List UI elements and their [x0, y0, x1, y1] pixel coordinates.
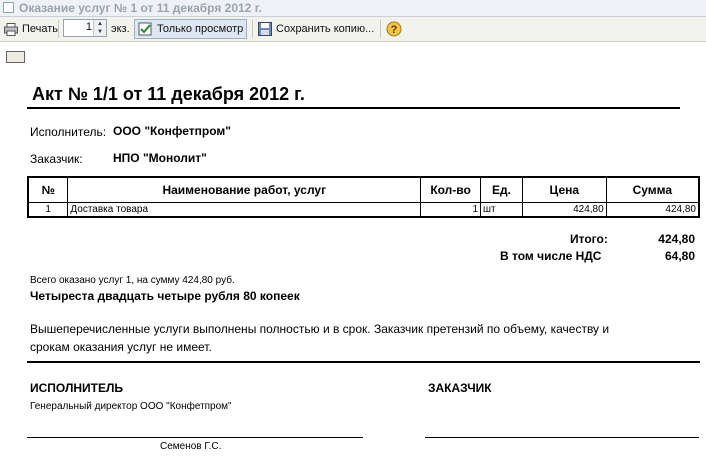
table-header-row: № Наименование работ, услуг Кол-во Ед. Ц… — [27, 176, 700, 203]
act-title: Акт № 1/1 от 11 декабря 2012 г. — [32, 84, 305, 104]
executor-position: Генеральный директор ООО "Конфетпром" — [30, 401, 232, 412]
floppy-disk-icon — [258, 22, 272, 36]
window-titlebar: Оказание услуг № 1 от 11 декабря 2012 г. — [0, 0, 706, 17]
row-number: 1 — [27, 202, 69, 218]
check-document-icon — [138, 22, 152, 36]
column-header: Ед. — [480, 176, 523, 203]
copies-unit-label: экз. — [111, 23, 130, 35]
column-header: Сумма — [605, 176, 700, 203]
unit-cell: шт — [480, 202, 523, 218]
help-icon: ? — [386, 21, 402, 37]
stepper-arrows[interactable]: ▲ ▼ — [93, 20, 106, 36]
price-cell: 424,80 — [521, 202, 607, 218]
printer-icon — [4, 22, 18, 36]
executor-name: ООО "Конфетпром" — [113, 124, 231, 138]
column-header: № — [27, 176, 69, 203]
save-copy-button[interactable]: Сохранить копию... — [258, 20, 374, 38]
summary-line: Всего оказано услуг 1, на сумму 424,80 р… — [30, 275, 235, 286]
total-label: Итого: — [570, 232, 608, 246]
svg-text:?: ? — [391, 24, 398, 36]
toolbar: Печать 1 ▲ ▼ экз. Только просмотр Сохрани… — [0, 17, 706, 42]
window-title: Оказание услуг № 1 от 11 декабря 2012 г. — [19, 1, 262, 15]
sum-cell: 424,80 — [605, 202, 700, 218]
sheet-corner-marker — [6, 51, 25, 63]
copies-value: 1 — [85, 21, 92, 33]
statement-line-1: Вышеперечисленные услуги выполнены полно… — [30, 322, 610, 336]
vat-label: В том числе НДС — [500, 249, 602, 263]
quantity-cell: 1 — [420, 202, 482, 218]
total-value: 424,80 — [658, 232, 695, 246]
toolbar-separator — [252, 20, 253, 38]
document-area[interactable]: Акт № 1/1 от 11 декабря 2012 г. Исполнит… — [0, 42, 706, 464]
copies-stepper[interactable]: 1 ▲ ▼ — [63, 19, 107, 37]
view-only-toggle[interactable]: Только просмотр — [134, 19, 248, 39]
customer-name: НПО "Монолит" — [113, 151, 207, 165]
column-header: Наименование работ, услуг — [67, 176, 422, 203]
view-only-label: Только просмотр — [157, 23, 244, 35]
signatures-divider — [27, 361, 700, 363]
column-header: Цена — [521, 176, 607, 203]
document-icon — [3, 2, 14, 13]
customer-heading: ЗАКАЗЧИК — [428, 381, 492, 395]
executor-signer: Семенов Г.С. — [160, 441, 222, 452]
title-underline — [27, 107, 680, 109]
column-header: Кол-во — [420, 176, 482, 203]
save-copy-label: Сохранить копию... — [276, 23, 375, 35]
toolbar-separator — [380, 20, 381, 38]
print-label: Печать — [22, 23, 59, 35]
services-table: № Наименование работ, услуг Кол-во Ед. Ц… — [27, 176, 700, 218]
vat-value: 64,80 — [664, 249, 695, 263]
print-button[interactable]: Печать — [4, 20, 58, 38]
service-name: Доставка товара — [67, 202, 422, 218]
executor-label: Исполнитель: — [30, 125, 107, 139]
statement-line-2: срокам оказания услуг не имеет. — [30, 340, 212, 354]
executor-signature-line — [27, 437, 363, 438]
table-row: 1 Доставка товара 1 шт 424,80 424,80 — [27, 202, 700, 218]
amount-in-words: Четыреста двадцать четыре рубля 80 копее… — [30, 289, 300, 303]
executor-heading: ИСПОЛНИТЕЛЬ — [30, 381, 124, 395]
help-button[interactable]: ? — [386, 20, 402, 38]
customer-signature-line — [425, 437, 699, 438]
customer-label: Заказчик: — [30, 152, 83, 166]
toolbar-separator — [58, 20, 59, 38]
